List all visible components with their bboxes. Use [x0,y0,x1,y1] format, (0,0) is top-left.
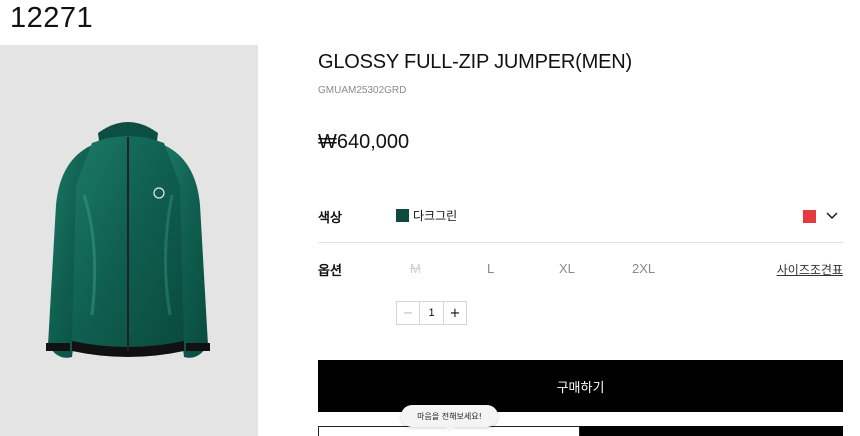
selected-color-swatch [396,209,409,222]
alt-color-swatch[interactable] [803,210,816,223]
quantity-value[interactable]: 1 [419,302,444,324]
increase-button[interactable]: + [444,302,466,324]
quantity-stepper: − 1 + [396,301,467,325]
product-code: GMUAM25302GRD [318,85,407,96]
jacket-illustration [46,122,210,358]
color-row: 색상 다크그린 [318,196,843,236]
size-m[interactable]: M [410,261,421,276]
product-detail-page: 12271 GLOSSY FULL-ZIP JUMPER(MEN) GMUAM2… [0,0,860,436]
product-info: GLOSSY FULL-ZIP JUMPER(MEN) GMUAM25302GR… [318,0,843,436]
option-row: 옵션 M L XL 2XL 사이즈조견표 [318,250,843,290]
decrease-button[interactable]: − [397,302,419,324]
option-label: 옵션 [318,264,342,279]
chevron-down-icon[interactable] [824,208,840,224]
size-l[interactable]: L [487,261,494,276]
size-xl[interactable]: XL [559,261,575,276]
tooltip-tail [445,426,455,432]
product-price: ₩640,000 [318,131,410,153]
size-2xl[interactable]: 2XL [632,261,655,276]
gift-button[interactable] [580,426,843,436]
size-guide-link[interactable]: 사이즈조견표 [777,261,843,278]
gift-tooltip: 마음을 전해보세요! [401,405,498,427]
divider [318,242,843,243]
selected-color-name: 다크그린 [413,209,458,223]
product-title: GLOSSY FULL-ZIP JUMPER(MEN) [318,51,632,73]
page-id: 12271 [10,2,94,34]
color-label: 색상 [318,211,342,226]
buy-button[interactable]: 구매하기 [318,360,843,412]
product-image[interactable] [0,45,258,436]
